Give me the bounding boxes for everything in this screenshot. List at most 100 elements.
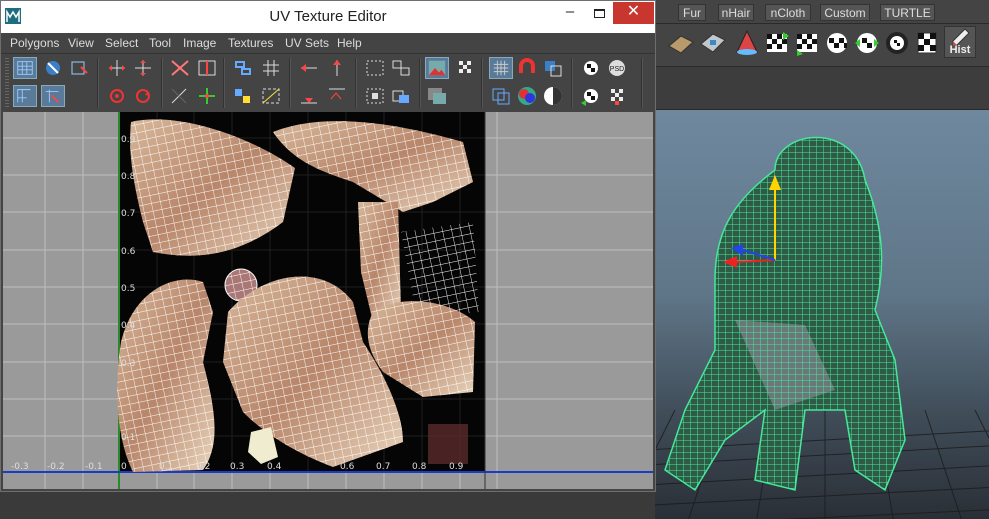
toolbar-separator	[571, 58, 573, 108]
cone-tool-icon[interactable]	[733, 28, 761, 58]
polygon-tile-icon[interactable]	[699, 28, 727, 58]
normalize-uv-icon[interactable]	[231, 85, 255, 107]
relax-uv-icon[interactable]	[363, 85, 387, 107]
v-tick-label: 0.4	[121, 321, 136, 331]
straighten-v-icon[interactable]	[325, 57, 349, 79]
uv-grid-and-shells	[3, 112, 653, 489]
checker-cube-icon[interactable]	[763, 28, 791, 58]
toolbar-separator	[223, 58, 225, 108]
maximize-button[interactable]	[586, 3, 614, 25]
menu-uv-sets[interactable]: UV Sets	[285, 36, 329, 51]
flip-v-icon[interactable]	[131, 57, 155, 79]
toolbar-separator	[481, 58, 483, 108]
menu-image[interactable]: Image	[183, 36, 216, 51]
uv-texture-editor-window: UV Texture Editor – ✕ Polygons View Sele…	[0, 0, 656, 492]
shelf-tab-turtle[interactable]: TURTLE	[880, 4, 935, 21]
image-display-icon[interactable]	[425, 57, 449, 79]
uv-snapshot-icon[interactable]	[579, 57, 603, 79]
checker-pattern-icon[interactable]	[605, 85, 629, 107]
grid-uv-icon[interactable]	[259, 57, 283, 79]
toolbar-separator	[97, 58, 99, 108]
unitize-uv-icon[interactable]	[259, 85, 283, 107]
align-max-v-icon[interactable]	[325, 85, 349, 107]
menu-tool[interactable]: Tool	[149, 36, 171, 51]
minimize-button[interactable]: –	[556, 3, 584, 25]
u-tick-label: 0	[121, 462, 127, 472]
image-range-icon[interactable]	[425, 85, 449, 107]
layout-icon[interactable]	[363, 57, 387, 79]
uv-editor-body: Polygons View Select Tool Image Textures…	[1, 33, 655, 491]
align-min-u-icon[interactable]	[297, 85, 321, 107]
menu-bar: Polygons View Select Tool Image Textures…	[1, 33, 655, 54]
toggle-checker-display-icon[interactable]	[579, 85, 603, 107]
menu-polygons[interactable]: Polygons	[10, 36, 59, 51]
flip-u-icon[interactable]	[105, 57, 129, 79]
u-tick-label: -0.3	[11, 462, 29, 472]
checker-sphere-arrows-icon[interactable]	[853, 28, 881, 58]
shelf-tab-custom[interactable]: Custom	[820, 4, 870, 21]
checker-box-icon[interactable]	[913, 28, 941, 58]
uv-select-icon[interactable]	[13, 57, 37, 79]
move-sew-icon[interactable]	[195, 85, 219, 107]
u-tick-label: -0.1	[85, 462, 103, 472]
v-tick-label: 0.7	[121, 209, 136, 219]
checker-icon[interactable]	[453, 57, 477, 79]
title-bar[interactable]: UV Texture Editor – ✕	[1, 1, 655, 33]
maximize-icon	[594, 9, 605, 18]
toolbar-separator	[641, 58, 643, 108]
uv-shell-select-icon[interactable]	[13, 85, 37, 107]
shelf-tab-nhair[interactable]: nHair	[718, 4, 754, 21]
uv-canvas[interactable]: -0.3 -0.2 -0.1 0 0.1 0.2 0.3 0.4 0.6 0.7…	[3, 112, 653, 489]
psd-icon[interactable]: PSD	[605, 57, 629, 79]
perspective-viewport[interactable]	[655, 110, 989, 519]
pencil-icon	[952, 28, 970, 46]
u-tick-label: 0.7	[376, 462, 391, 472]
menu-textures[interactable]: Textures	[228, 36, 273, 51]
grid-toggle-icon[interactable]	[489, 57, 513, 79]
v-tick-label: 0.8	[121, 172, 136, 182]
u-tick-label: -0.2	[47, 462, 65, 472]
shaded-uv-icon[interactable]	[541, 57, 565, 79]
color-channel-icon[interactable]	[515, 85, 539, 107]
v-tick-label: 0.5	[121, 284, 136, 294]
maya-shelf	[655, 24, 989, 66]
close-button[interactable]: ✕	[613, 2, 654, 24]
menu-select[interactable]: Select	[105, 36, 138, 51]
toolbar-grip[interactable]	[5, 58, 9, 108]
maya-shelf-tab-bar: Fur nHair nCloth Custom TURTLE	[655, 0, 989, 24]
v-tick-label: 0.1	[121, 433, 136, 443]
shelf-tab-ncloth[interactable]: nCloth	[765, 4, 811, 21]
split-uv-icon[interactable]	[168, 85, 192, 107]
checker-cube-icon-2[interactable]	[793, 28, 821, 58]
cycle-uv-icon[interactable]	[389, 85, 413, 107]
v-tick-label: 0.3	[121, 359, 136, 369]
v-tick-label: 0.9	[121, 135, 136, 145]
sew-uv-icon[interactable]	[195, 57, 219, 79]
u-tick-label: 0.9	[449, 462, 464, 472]
uv-tweak-icon[interactable]	[41, 85, 65, 107]
menu-help[interactable]: Help	[337, 36, 362, 51]
unfold-icon[interactable]	[389, 57, 413, 79]
checker-turtle-icon[interactable]	[883, 28, 911, 58]
straighten-u-icon[interactable]	[297, 57, 321, 79]
rotate-cw-icon[interactable]	[131, 85, 155, 107]
creature-wireframe[interactable]	[664, 136, 906, 492]
v-tick-label: 0.6	[121, 247, 136, 257]
rotate-ccw-icon[interactable]	[105, 85, 129, 107]
u-tick-label: 0.3	[230, 462, 245, 472]
uv-lasso-icon[interactable]	[41, 57, 65, 79]
polygon-plane-icon[interactable]	[667, 28, 695, 58]
shelf-tab-fur[interactable]: Fur	[678, 4, 706, 21]
menu-view[interactable]: View	[68, 36, 94, 51]
toolbar-separator	[355, 58, 357, 108]
cut-uv-icon[interactable]	[168, 57, 192, 79]
align-uv-icon[interactable]	[231, 57, 255, 79]
uv-move-icon[interactable]	[67, 57, 91, 79]
u-tick-label: 0.4	[267, 462, 282, 472]
dim-image-icon[interactable]	[489, 85, 513, 107]
display-alpha-icon[interactable]	[541, 85, 565, 107]
svg-text:PSD: PSD	[610, 66, 624, 73]
history-button[interactable]: Hist	[944, 26, 976, 58]
checker-sphere-icon[interactable]	[823, 28, 851, 58]
snap-magnet-icon[interactable]	[515, 57, 539, 79]
